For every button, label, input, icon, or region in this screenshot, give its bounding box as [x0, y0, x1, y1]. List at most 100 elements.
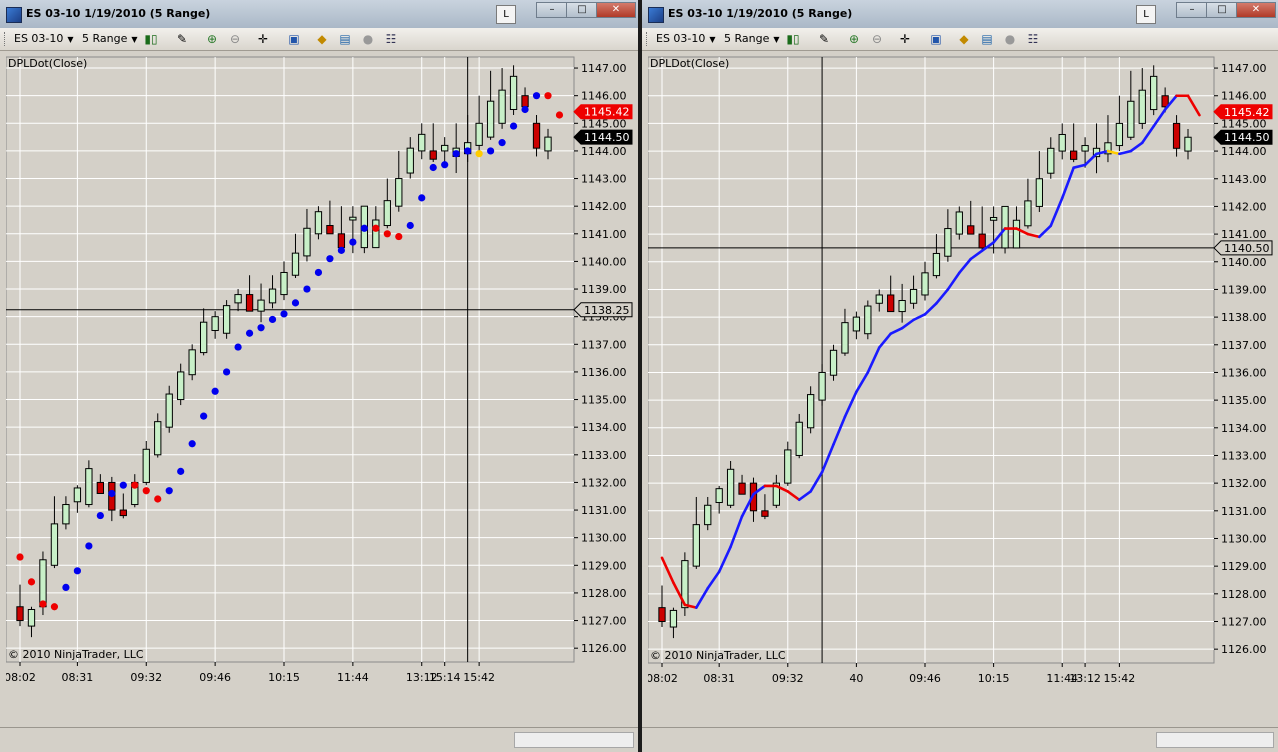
horizontal-scrollbar[interactable]	[1156, 732, 1274, 748]
instrument-selector[interactable]: ES 03-10 ▼	[14, 30, 74, 47]
horizontal-scrollbar[interactable]	[514, 732, 634, 748]
templates-icon[interactable]: ◆	[314, 31, 330, 47]
title-bar[interactable]: ES 03-10 1/19/2010 (5 Range) L – □ ✕	[0, 0, 638, 29]
period-selector[interactable]: 5 Range ▼	[724, 30, 780, 47]
crosshair-icon[interactable]: ✛	[897, 31, 913, 47]
price-tick-label: 1144.00	[581, 145, 627, 158]
candle-body	[303, 227, 311, 257]
data-box-icon[interactable]: ☷	[383, 31, 399, 47]
candle-body	[383, 200, 391, 227]
zoom-out-icon[interactable]: ⊖	[227, 31, 243, 47]
dpl-dot	[475, 150, 483, 158]
price-tick-label: 1146.00	[1221, 90, 1267, 103]
chevron-down-icon: ▼	[709, 35, 716, 44]
candle-body	[1047, 147, 1055, 174]
bar-type-icon[interactable]: ▮▯	[143, 31, 159, 47]
time-tick-label: 09:32	[772, 672, 804, 685]
dpl-dot	[119, 481, 127, 489]
price-chart[interactable]: 1147.00 1146.00 1145.00 1144.00 1143.00 1142.…	[646, 53, 1276, 707]
dpl-dot	[429, 163, 437, 172]
toolbar-grip[interactable]	[646, 32, 650, 46]
toolbar-grip[interactable]	[4, 32, 8, 46]
maximize-button[interactable]: □	[566, 2, 598, 18]
indicators-icon[interactable]: ▤	[979, 31, 995, 47]
chart-panel[interactable]: 1147.00 1146.00 1145.00 1144.00 1143.00 1142.…	[4, 53, 636, 709]
strategies-icon[interactable]: ●	[360, 31, 376, 47]
price-tick-label: 1136.00	[581, 366, 627, 379]
dpl-dot	[50, 603, 59, 611]
maximize-button[interactable]: □	[1206, 2, 1238, 18]
last-price-marker: 1145.42	[1213, 104, 1273, 120]
dpl-dot	[532, 92, 541, 100]
price-tick-label: 1137.00	[581, 338, 627, 351]
price-tick-label: 1133.00	[1221, 449, 1267, 462]
dpl-dot	[280, 310, 288, 318]
crosshair-icon[interactable]: ✛	[255, 31, 271, 47]
price-tick-label: 1136.00	[1221, 366, 1267, 379]
price-tick-label: 1128.00	[1221, 588, 1267, 601]
chart-window-right[interactable]: ES 03-10 1/19/2010 (5 Range) L – □ ✕ ES …	[642, 0, 1278, 752]
period-selector[interactable]: 5 Range ▼	[82, 30, 138, 47]
chart-window-left[interactable]: ES 03-10 1/19/2010 (5 Range) L – □ ✕ ES …	[0, 0, 638, 752]
zoom-in-icon[interactable]: ⊕	[846, 31, 862, 47]
dpl-dot	[62, 583, 70, 592]
instrument-selector[interactable]: ES 03-10 ▼	[656, 30, 716, 47]
zoom-out-icon[interactable]: ⊖	[869, 31, 885, 47]
price-chart[interactable]: 1147.00 1146.00 1145.00 1144.00 1143.00 1142.…	[4, 53, 636, 706]
crosshair-price-marker-label: 1138.25	[584, 304, 630, 317]
dpl-dot	[464, 147, 472, 155]
title-bar[interactable]: ES 03-10 1/19/2010 (5 Range) L – □ ✕	[642, 0, 1278, 29]
price-tick-label: 1139.00	[1221, 283, 1267, 296]
dpl-dot	[245, 329, 254, 337]
candle-body	[50, 523, 59, 566]
price-tick-label: 1141.00	[581, 228, 627, 241]
candle-body	[475, 122, 483, 146]
candle-body	[1127, 100, 1135, 138]
price-tick-label: 1134.00	[581, 421, 627, 434]
properties-icon[interactable]: ▣	[286, 31, 302, 47]
dpl-dot	[154, 495, 162, 503]
price-tick-label: 1131.00	[581, 504, 627, 517]
candle-body	[944, 228, 952, 257]
drawing-tool-icon[interactable]: ✎	[174, 31, 190, 47]
link-button[interactable]: L	[1136, 5, 1156, 24]
time-tick-label: 08:02	[6, 671, 36, 684]
dpl-dot	[291, 299, 300, 307]
window-title: ES 03-10 1/19/2010 (5 Range)	[668, 7, 853, 20]
candle-body	[429, 150, 437, 160]
zoom-in-icon[interactable]: ⊕	[204, 31, 220, 47]
bar-type-icon[interactable]: ▮▯	[785, 31, 801, 47]
copyright-label: © 2010 NinjaTrader, LLC	[650, 649, 786, 662]
properties-icon[interactable]: ▣	[928, 31, 944, 47]
candle-body	[441, 144, 449, 152]
price-tick-label: 1126.00	[581, 642, 627, 655]
price-tick-label: 1135.00	[581, 394, 627, 407]
price-tick-label: 1143.00	[1221, 173, 1267, 186]
candle-body	[257, 299, 265, 312]
chart-toolbar: ES 03-10 ▼ 5 Range ▼ ▮▯ ✎ ⊕ ⊖ ✛ ▣ ◆ ▤ ● ☷	[0, 28, 638, 51]
candle-body	[349, 216, 357, 221]
dpl-dot	[177, 467, 185, 475]
indicator-label: DPLDot(Close)	[650, 57, 729, 70]
price-tick-label: 1146.00	[581, 90, 627, 103]
candle-body	[726, 468, 735, 506]
minimize-button[interactable]: –	[536, 2, 568, 18]
link-button[interactable]: L	[496, 5, 516, 24]
candle-body	[1058, 133, 1066, 152]
chart-panel[interactable]: 1147.00 1146.00 1145.00 1144.00 1143.00 1142.…	[646, 53, 1276, 710]
dpl-dot	[96, 511, 104, 520]
dpl-dot	[211, 387, 219, 395]
indicators-icon[interactable]: ▤	[337, 31, 353, 47]
close-button[interactable]: ✕	[1236, 2, 1276, 18]
chevron-down-icon: ▼	[131, 35, 138, 44]
candle-body	[337, 233, 346, 249]
dpl-dot	[360, 224, 368, 232]
minimize-button[interactable]: –	[1176, 2, 1208, 18]
templates-icon[interactable]: ◆	[956, 31, 972, 47]
candle-body	[909, 288, 918, 304]
drawing-tool-icon[interactable]: ✎	[816, 31, 832, 47]
data-box-icon[interactable]: ☷	[1025, 31, 1041, 47]
candle-body	[1081, 145, 1089, 152]
close-button[interactable]: ✕	[596, 2, 636, 18]
strategies-icon[interactable]: ●	[1002, 31, 1018, 47]
